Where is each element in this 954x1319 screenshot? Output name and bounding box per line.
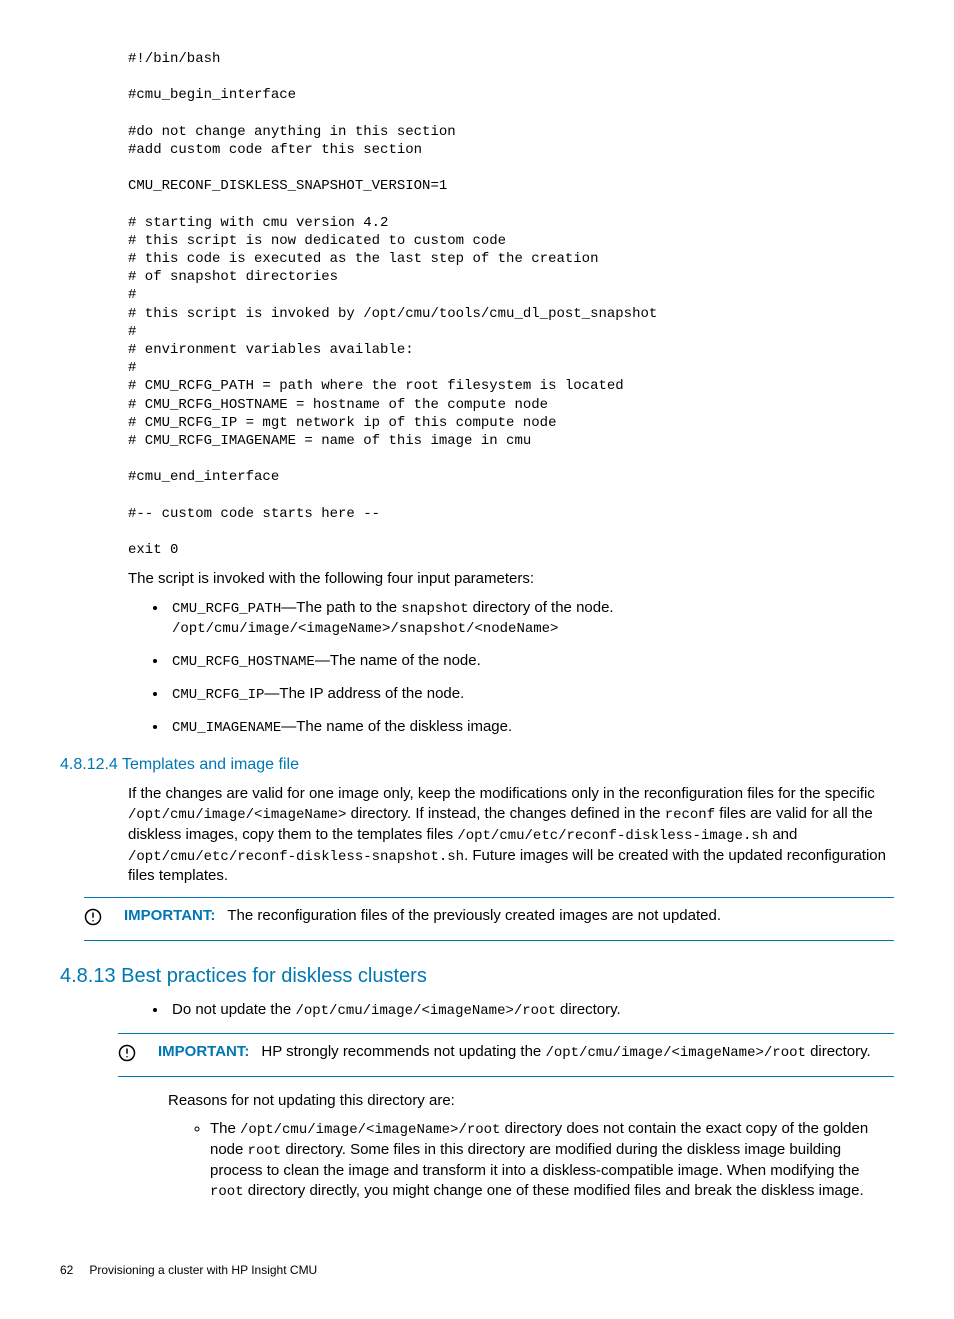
code: /opt/cmu/image/<imageName>/root [295,1003,555,1019]
text: directory. Some files in this directory … [210,1141,859,1179]
list-item: The /opt/cmu/image/<imageName>/root dire… [210,1119,894,1202]
list-item: Do not update the /opt/cmu/image/<imageN… [168,1000,894,1021]
footer-title: Provisioning a cluster with HP Insight C… [89,1263,317,1277]
templates-paragraph: If the changes are valid for one image o… [128,784,894,887]
param-text: —The path to the [281,599,401,616]
page-number: 62 [60,1262,73,1278]
important-callout: IMPORTANT: HP strongly recommends not upd… [118,1033,894,1077]
script-code-block: #!/bin/bash #cmu_begin_interface #do not… [128,50,894,559]
text: Do not update the [172,1001,295,1018]
code: /opt/cmu/etc/reconf-diskless-snapshot.sh [128,849,464,865]
param-code: CMU_RCFG_IP [172,687,264,703]
important-text: The reconfiguration files of the previou… [227,907,721,924]
section-heading-4-8-12-4: 4.8.12.4 Templates and image file [60,754,894,776]
text: The [210,1120,240,1137]
best-practices-list: Do not update the /opt/cmu/image/<imageN… [128,1000,894,1021]
text: and [768,826,797,843]
important-label: IMPORTANT: [124,907,215,924]
param-text: directory of the node. [469,599,614,616]
code: /opt/cmu/etc/reconf-diskless-image.sh [457,828,768,844]
param-code: CMU_IMAGENAME [172,720,281,736]
code: /opt/cmu/image/<imageName> [128,807,346,823]
param-text: —The name of the node. [315,652,481,669]
code: root [210,1184,244,1200]
important-label: IMPORTANT: [158,1043,249,1060]
code: /opt/cmu/image/<imageName>/root [545,1045,805,1061]
warning-icon [118,1042,158,1068]
param-text: —The name of the diskless image. [281,718,512,735]
param-code: CMU_RCFG_PATH [172,601,281,617]
parameter-list: CMU_RCFG_PATH—The path to the snapshot d… [128,598,894,738]
param-code: CMU_RCFG_HOSTNAME [172,654,315,670]
list-item: CMU_RCFG_IP—The IP address of the node. [168,684,894,705]
param-code: snapshot [401,601,468,617]
warning-icon [84,906,124,932]
list-item: CMU_IMAGENAME—The name of the diskless i… [168,717,894,738]
intro-text: The script is invoked with the following… [128,569,894,589]
text: directory. [806,1043,871,1060]
reasons-list: The /opt/cmu/image/<imageName>/root dire… [170,1119,894,1202]
param-code: /opt/cmu/image/<imageName>/snapshot/<nod… [172,621,558,637]
section-heading-4-8-13: 4.8.13 Best practices for diskless clust… [60,963,894,990]
text: HP strongly recommends not updating the [261,1043,545,1060]
reasons-intro: Reasons for not updating this directory … [168,1091,894,1111]
list-item: CMU_RCFG_PATH—The path to the snapshot d… [168,598,894,640]
text: directory. If instead, the changes defin… [346,805,664,822]
param-text: —The IP address of the node. [264,685,464,702]
text: directory directly, you might change one… [244,1182,864,1199]
code: reconf [665,807,715,823]
important-callout: IMPORTANT: The reconfiguration files of t… [84,897,894,941]
list-item: CMU_RCFG_HOSTNAME—The name of the node. [168,651,894,672]
text: If the changes are valid for one image o… [128,785,875,802]
text: directory. [556,1001,621,1018]
code: root [248,1143,282,1159]
code: /opt/cmu/image/<imageName>/root [240,1122,500,1138]
page-footer: 62 Provisioning a cluster with HP Insight… [60,1262,894,1278]
